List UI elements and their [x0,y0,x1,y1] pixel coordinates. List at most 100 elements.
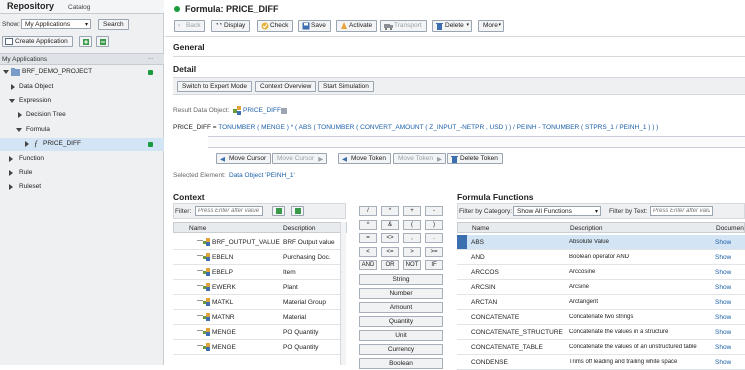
show-documentation-link[interactable]: Show [715,329,731,336]
context-row[interactable]: EWERK Plant [173,280,340,295]
show-documentation-link[interactable]: Show [715,299,731,306]
context-row[interactable]: MATKL Material Group [173,295,340,310]
operator-key[interactable]: * [381,206,399,216]
context-collapse-button[interactable] [291,206,304,216]
formula-scrollbar[interactable] [208,136,745,148]
operator-key[interactable]: <> [381,233,399,243]
context-overview-button[interactable]: Context Overview [255,81,317,92]
functions-col-documentation[interactable]: Documen [716,225,744,232]
expert-mode-button[interactable]: Switch to Expert Mode [177,81,253,92]
context-col-description[interactable]: Description [283,225,316,232]
collapse-button[interactable] [96,36,109,47]
operator-key[interactable]: IF [425,260,443,270]
operator-key[interactable]: AND [359,260,377,270]
function-row[interactable]: AND Boolean operator AND Show [457,250,745,265]
type-key[interactable]: String [359,274,443,285]
operator-key[interactable]: > [403,246,421,257]
show-documentation-link[interactable]: Show [715,314,731,321]
back-button[interactable]: ‹ Back [174,20,206,32]
tree-item-expression[interactable]: Expression [0,95,164,108]
operator-key[interactable]: + [403,206,421,216]
operator-key[interactable]: ^ [359,219,377,230]
function-row[interactable]: CONCATENATE_TABLE Concatenate the values … [457,340,745,355]
tree-item-function[interactable]: Function [0,153,164,166]
tree-item-price-diff[interactable]: ƒ PRICE_DIFF [0,138,164,151]
more-button[interactable]: More ▾ [478,20,504,32]
functions-col-name[interactable]: Name [472,225,489,232]
function-row[interactable]: CONCATENATE Concatenate two strings Show [457,310,745,325]
tree-item-formula[interactable]: Formula [0,124,164,137]
function-row[interactable]: CONCATENATE_STRUCTURE Concatenate the val… [457,325,745,340]
search-button[interactable]: Search [98,19,129,30]
show-select[interactable]: My Applications ▾ [21,19,91,29]
context-scrollbar[interactable] [340,222,346,365]
result-data-object-link[interactable]: PRICE_DIFF [243,107,281,114]
type-key[interactable]: Amount [359,302,443,313]
type-key[interactable]: Boolean [359,358,443,369]
context-expand-button[interactable] [272,206,285,216]
category-select[interactable]: Show All Functions ▾ [513,206,601,216]
row-selector[interactable] [457,235,467,249]
show-documentation-link[interactable]: Show [715,284,731,291]
move-cursor-right-button[interactable]: Move Cursor ▶ [272,153,328,164]
move-token-right-button[interactable]: Move Token ▶ [393,153,446,164]
operator-key[interactable]: = [359,233,377,243]
tab-catalog[interactable]: Catalog [68,4,90,11]
operator-key[interactable]: ( [403,219,421,230]
show-documentation-link[interactable]: Show [715,344,731,351]
operator-key[interactable]: , [403,233,421,243]
operator-key[interactable]: ) [425,219,443,230]
function-row[interactable]: ARCTAN Arctangent Show [457,295,745,310]
context-row[interactable]: EBELN Purchasing Doc. [173,250,340,265]
context-col-name[interactable]: Name [189,225,206,232]
context-row[interactable]: MENGE PO Quantity [173,340,340,355]
expand-button[interactable] [79,36,92,47]
operator-key[interactable]: >= [425,246,443,257]
context-row[interactable]: EBELP Item [173,265,340,280]
operator-key[interactable]: OR [381,260,399,270]
tree-item-data-object[interactable]: Data Object [0,81,164,94]
transport-button[interactable]: Transport [380,20,427,32]
show-documentation-link[interactable]: Show [715,254,731,261]
show-documentation-link[interactable]: Show [715,269,731,276]
context-row[interactable]: MATNR Material [173,310,340,325]
text-filter-input[interactable] [650,206,713,216]
operator-key[interactable]: - [425,206,443,216]
delete-button[interactable]: Delete ▾ [432,20,472,32]
type-key[interactable]: Number [359,288,443,299]
move-cursor-left-button[interactable]: ◀ Move Cursor [216,153,272,164]
start-simulation-button[interactable]: Start Simulation [318,81,374,92]
tree-item-project[interactable]: BRF_DEMO_PROJECT [0,66,164,79]
tree-item-rule[interactable]: Rule [0,167,164,180]
save-button[interactable]: Save [298,20,331,32]
check-button[interactable]: Check [257,20,294,32]
operator-key[interactable]: <= [381,246,399,257]
function-row[interactable]: ARCCOS Arccosine Show [457,265,745,280]
tree-item-decision-tree[interactable]: Decision Tree [0,109,164,122]
selected-element-value[interactable]: Data Object 'PEINH_1' [229,172,295,179]
formula-tokens[interactable]: TONUMBER ( MENGE ) * ( ABS ( TONUMBER ( … [218,124,658,131]
functions-col-description[interactable]: Description [570,225,603,232]
delete-token-button[interactable]: Delete Token [447,153,503,164]
context-filter-input[interactable] [195,206,263,216]
edit-icon[interactable] [281,108,287,114]
operator-key[interactable]: < [359,246,377,257]
context-row[interactable]: MENGE PO Quantity [173,325,340,340]
type-key[interactable]: Currency [359,344,443,355]
activate-button[interactable]: Activate [336,20,378,32]
type-key[interactable]: Unit [359,330,443,341]
function-row[interactable]: CONDENSE Trims off leading and trailing w… [457,355,745,370]
formula-expression[interactable]: PRICE_DIFF = TONUMBER ( MENGE ) * ( ABS … [173,124,745,134]
show-documentation-link[interactable]: Show [715,239,731,246]
context-row[interactable]: BRF_OUTPUT_VALUE BRF Output value [173,235,340,250]
tree-item-ruleset[interactable]: Ruleset [0,181,164,194]
function-row[interactable]: ABS Absolute Value Show [457,235,745,250]
operator-key[interactable]: NOT [403,260,421,270]
operator-key[interactable]: / [359,206,377,216]
operator-key[interactable]: . [425,233,443,243]
create-application-button[interactable]: Create Application [2,36,73,47]
display-button[interactable]: ◔◔ Display [211,20,251,32]
move-token-left-button[interactable]: ◀ Move Token [338,153,391,164]
function-row[interactable]: ARCSIN Arcsine Show [457,280,745,295]
type-key[interactable]: Quantity [359,316,443,327]
